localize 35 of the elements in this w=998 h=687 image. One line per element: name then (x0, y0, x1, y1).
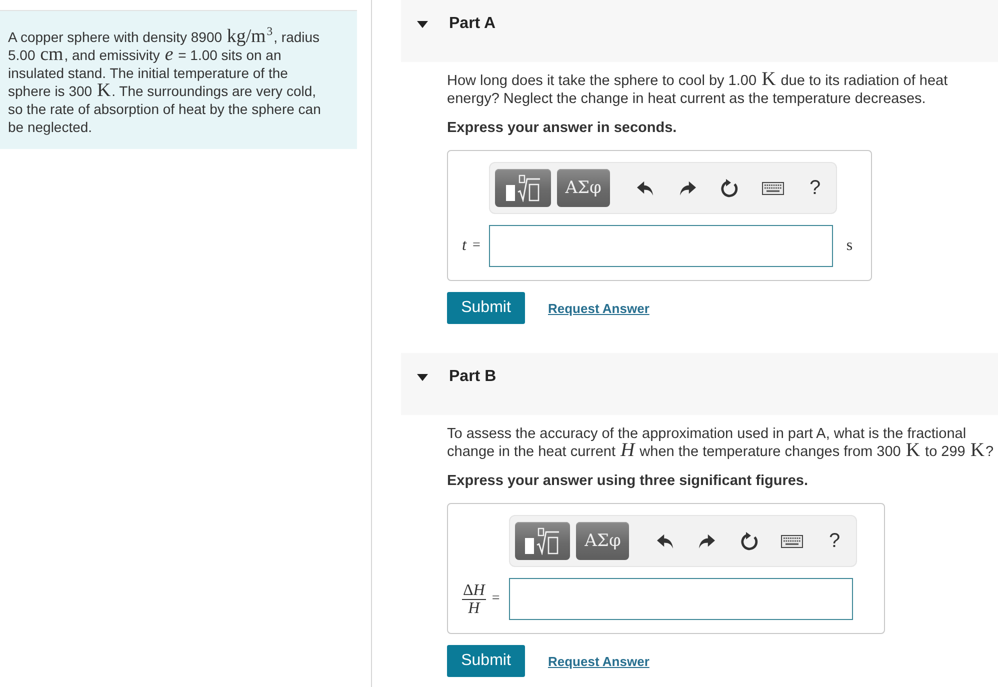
templates-button[interactable] (495, 169, 551, 207)
part-title: Part B (449, 368, 496, 386)
problem-text: A copper sphere with density 8900 kg/m$^{3}$, radius 5.00 cm, and emissivity e = 1.00 sits on an insulated stand. The initial temperature of the sphere is 300 K. The surroundings are very cold, so the rate of absorption of heat by the sphere can be neglected. (0, 10, 357, 149)
request-answer-link[interactable]: Request Answer (548, 300, 650, 316)
redo-icon[interactable] (680, 180, 696, 196)
symbols-button[interactable]: ΑΣφ (576, 522, 630, 560)
unit-label: s (846, 237, 853, 255)
root-template-icon (524, 527, 560, 555)
reset-icon[interactable] (721, 178, 740, 198)
symbols-button[interactable]: ΑΣφ (556, 169, 610, 207)
keyboard-icon[interactable] (781, 534, 804, 548)
question-text: To assess the accuracy of the approximation used in part A, what is the fractional change in the heat current H when the temperature changes from 300 K to 299 K? (447, 425, 995, 461)
question-text: How long does it take the sphere to cool by 1.00 K due to its radiation of heat energy? Neglect the change in heat current as the temperature decreases. (447, 72, 949, 108)
part-header[interactable]: Part A (401, 0, 998, 62)
answer-label: t = (461, 237, 480, 255)
root-template-icon (505, 174, 542, 202)
redo-icon[interactable] (699, 533, 716, 549)
keyboard-icon[interactable] (762, 182, 784, 194)
instruction-text: Express your answer in seconds. (447, 119, 678, 137)
request-answer-link[interactable]: Request Answer (548, 654, 650, 668)
undo-icon[interactable] (656, 533, 673, 549)
undo-icon[interactable] (637, 180, 654, 196)
instruction-text: Express your answer using three significant figures. (447, 472, 809, 490)
caret-icon[interactable] (417, 21, 428, 28)
answer-input[interactable] (508, 578, 853, 620)
templates-button[interactable] (514, 522, 570, 560)
reset-icon[interactable] (740, 532, 759, 550)
submit-button[interactable]: Submit (447, 645, 525, 677)
caret-icon[interactable] (417, 374, 428, 381)
answer-input[interactable] (489, 225, 834, 267)
part-header[interactable]: Part B (401, 353, 998, 415)
submit-button[interactable]: Submit (447, 292, 525, 324)
help-button[interactable]: ? (813, 522, 856, 560)
help-button[interactable]: ? (794, 169, 836, 207)
part-title: Part A (449, 15, 496, 33)
